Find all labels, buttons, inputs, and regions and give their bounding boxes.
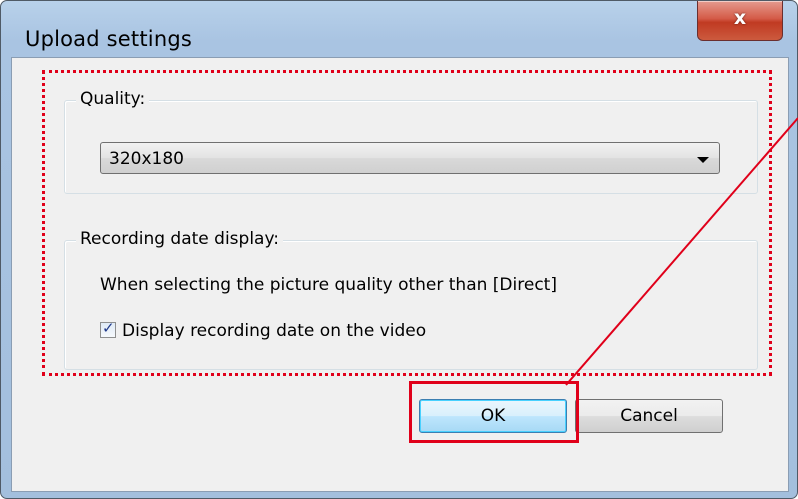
close-icon: x (733, 7, 747, 29)
quality-select[interactable]: 320x180 (100, 142, 720, 174)
recording-date-group (64, 240, 758, 370)
quality-note: When selecting the picture quality other… (100, 275, 557, 295)
window-title: Upload settings (25, 27, 193, 51)
chevron-down-icon[interactable] (697, 157, 709, 163)
title-bar[interactable]: Upload settings x (1, 1, 797, 57)
checkmark-icon: ✓ (102, 319, 115, 337)
ok-button[interactable]: OK (419, 399, 567, 433)
recording-date-group-label: Recording date display: (76, 229, 284, 249)
close-button[interactable]: x (697, 1, 783, 41)
cancel-button[interactable]: Cancel (575, 399, 723, 433)
quality-select-value: 320x180 (109, 149, 184, 169)
quality-group-label: Quality: (76, 89, 150, 109)
display-date-checkbox-label[interactable]: Display recording date on the video (122, 321, 426, 341)
display-date-checkbox[interactable]: ✓ (100, 319, 116, 338)
